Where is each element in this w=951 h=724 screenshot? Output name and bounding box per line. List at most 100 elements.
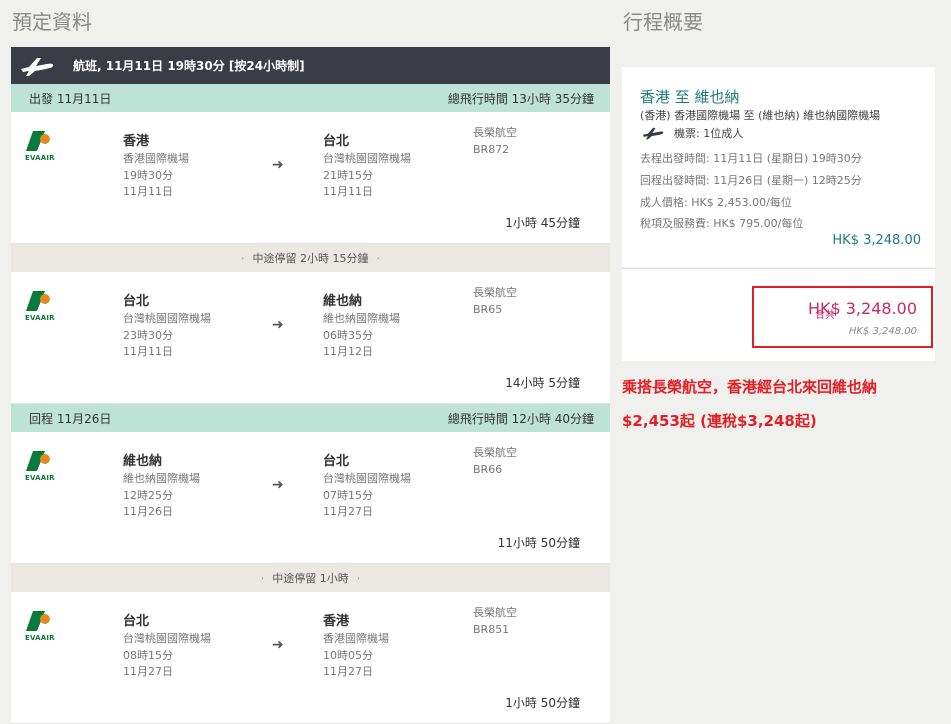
outbound-departure: 去程出發時間: 11月11日 (星期日) 19時30分 [640,152,862,165]
arrival-airport: 台灣桃園國際機場 [323,472,411,485]
eva-air-logo: EVAAIR [25,130,61,162]
departure-time: 19時30分 [123,168,173,182]
arrival-city: 維也納 [323,294,363,309]
flight-number: BR851 [473,623,510,636]
arrival-date: 11月11日 [323,185,373,198]
leg-header-outbound: 出發 11月11日 總飛行時間 13小時 35分鐘 [11,84,610,112]
segment-duration: 1小時 45分鐘 [505,216,580,230]
airplane-icon [640,126,666,140]
flight-segment: EVAAIR 台北 台灣桃園國際機場 23時30分 11月11日 ➜ 維也納 維… [11,272,610,404]
trip-summary-card: 香港 至 維也納 (香港) 香港國際機場 至 (維也納) 維也納國際機場 機票:… [622,67,935,267]
promo-line-2: $2,453起 (連稅$3,248起) [622,412,817,430]
adult-price: 成人價格: HK$ 2,453.00/每位 [640,196,792,209]
departure-city: 維也納 [123,454,163,469]
departure-time: 08時15分 [123,648,173,662]
arrival-date: 11月27日 [323,505,373,518]
eva-air-logo: EVAAIR [25,450,61,482]
eva-air-logo: EVAAIR [25,290,61,322]
leg-date: 出發 11月11日 [29,91,112,106]
arrow-right-icon: ➜ [272,157,284,173]
departure-city: 香港 [123,134,150,149]
segment-duration: 14小時 5分鐘 [505,376,580,390]
eva-air-logo: EVAAIR [25,610,61,642]
arrival-date: 11月12日 [323,345,373,358]
itinerary-panel: 航班, 11月11日 19時30分 [按24小時制] 出發 11月11日 總飛行… [11,47,610,724]
tax-and-fees: 稅項及服務費: HK$ 795.00/每位 [640,217,804,230]
flight-segment: EVAAIR 香港 香港國際機場 19時30分 11月11日 ➜ 台北 台灣桃園… [11,112,610,244]
total-amount: HK$ 3,248.00 [807,299,917,318]
departure-airport: 台灣桃園國際機場 [123,632,211,645]
leg-total-time: 總飛行時間 12小時 40分鐘 [447,411,594,426]
arrival-time: 10時05分 [323,648,373,662]
flight-number: BR872 [473,143,510,156]
departure-airport: 維也納國際機場 [123,472,200,485]
promo-line-1: 乘搭長榮航空，香港經台北來回維也納 [622,378,878,396]
arrow-right-icon: ➜ [272,637,284,653]
departure-info: 維也納 維也納國際機場 12時25分 11月26日 [123,454,200,521]
airline-name: 長榮航空 [473,606,517,619]
flight-segment: EVAAIR 台北 台灣桃園國際機場 08時15分 11月27日 ➜ 香港 香港… [11,592,610,724]
arrival-time: 07時15分 [323,488,373,502]
airline-info: 長榮航空 BR66 [473,444,517,478]
arrival-airport: 台灣桃園國際機場 [323,152,411,165]
arrival-info: 香港 香港國際機場 10時05分 11月27日 [323,614,389,681]
total-amount-sub: HK$ 3,248.00 [848,326,917,337]
segment-duration: 1小時 50分鐘 [505,696,580,710]
airline-info: 長榮航空 BR851 [473,604,517,638]
airline-name: 長榮航空 [473,126,517,139]
passenger-count: 機票: 1位成人 [674,127,744,140]
flight-segment: EVAAIR 維也納 維也納國際機場 12時25分 11月26日 ➜ 台北 台灣… [11,432,610,564]
departure-date: 11月11日 [123,345,173,358]
arrival-time: 21時15分 [323,168,373,182]
departure-date: 11月26日 [123,505,173,518]
airline-info: 長榮航空 BR872 [473,124,517,158]
stopover-bar: · 中途停留 1小時 · [11,564,610,592]
departure-time: 12時25分 [123,488,173,502]
leg-total-time: 總飛行時間 13小時 35分鐘 [447,91,594,106]
summary-route: 香港 至 維也納 [640,88,740,106]
stopover-text: 中途停留 1小時 [272,572,349,585]
promo-text: 乘搭長榮航空，香港經台北來回維也納 $2,453起 (連稅$3,248起) [622,370,947,438]
flight-number: BR65 [473,303,503,316]
booking-section-title: 預定資料 [12,10,92,34]
flight-header-text: 航班, 11月11日 19時30分 [按24小時制] [73,59,305,73]
arrival-info: 維也納 維也納國際機場 06時35分 11月12日 [323,294,400,361]
departure-city: 台北 [123,614,150,629]
departure-date: 11月27日 [123,665,173,678]
departure-city: 台北 [123,294,150,309]
departure-airport: 香港國際機場 [123,152,189,165]
flight-number: BR66 [473,463,503,476]
arrival-city: 台北 [323,454,350,469]
arrow-right-icon: ➜ [272,477,284,493]
leg-header-return: 回程 11月26日 總飛行時間 12小時 40分鐘 [11,404,610,432]
arrival-date: 11月27日 [323,665,373,678]
departure-info: 台北 台灣桃園國際機場 23時30分 11月11日 [123,294,211,361]
return-departure: 回程出發時間: 11月26日 (星期一) 12時25分 [640,174,862,187]
summary-section-title: 行程概要 [623,10,703,34]
airline-name: 長榮航空 [473,446,517,459]
summary-route-detail: (香港) 香港國際機場 至 (維也納) 維也納國際機場 [640,109,881,122]
arrival-airport: 維也納國際機場 [323,312,400,325]
departure-time: 23時30分 [123,328,173,342]
airline-info: 長榮航空 BR65 [473,284,517,318]
airline-name: 長榮航空 [473,286,517,299]
leg-date: 回程 11月26日 [29,411,112,426]
airplane-icon [19,55,59,77]
arrow-right-icon: ➜ [272,317,284,333]
arrival-time: 06時35分 [323,328,373,342]
arrival-city: 香港 [323,614,350,629]
stopover-text: 中途停留 2小時 15分鐘 [252,252,369,265]
departure-airport: 台灣桃園國際機場 [123,312,211,325]
arrival-info: 台北 台灣桃園國際機場 21時15分 11月11日 [323,134,411,201]
total-price-box: 合共 HK$ 3,248.00 HK$ 3,248.00 [752,286,933,348]
summary-passengers: 機票: 1位成人 [640,125,743,141]
stopover-bar: · 中途停留 2小時 15分鐘 · [11,244,610,272]
departure-date: 11月11日 [123,185,173,198]
flight-header: 航班, 11月11日 19時30分 [按24小時制] [11,47,610,84]
departure-info: 香港 香港國際機場 19時30分 11月11日 [123,134,189,201]
summary-subtotal: HK$ 3,248.00 [832,233,921,248]
arrival-airport: 香港國際機場 [323,632,389,645]
segment-duration: 11小時 50分鐘 [497,536,580,550]
departure-info: 台北 台灣桃園國際機場 08時15分 11月27日 [123,614,211,681]
arrival-info: 台北 台灣桃園國際機場 07時15分 11月27日 [323,454,411,521]
